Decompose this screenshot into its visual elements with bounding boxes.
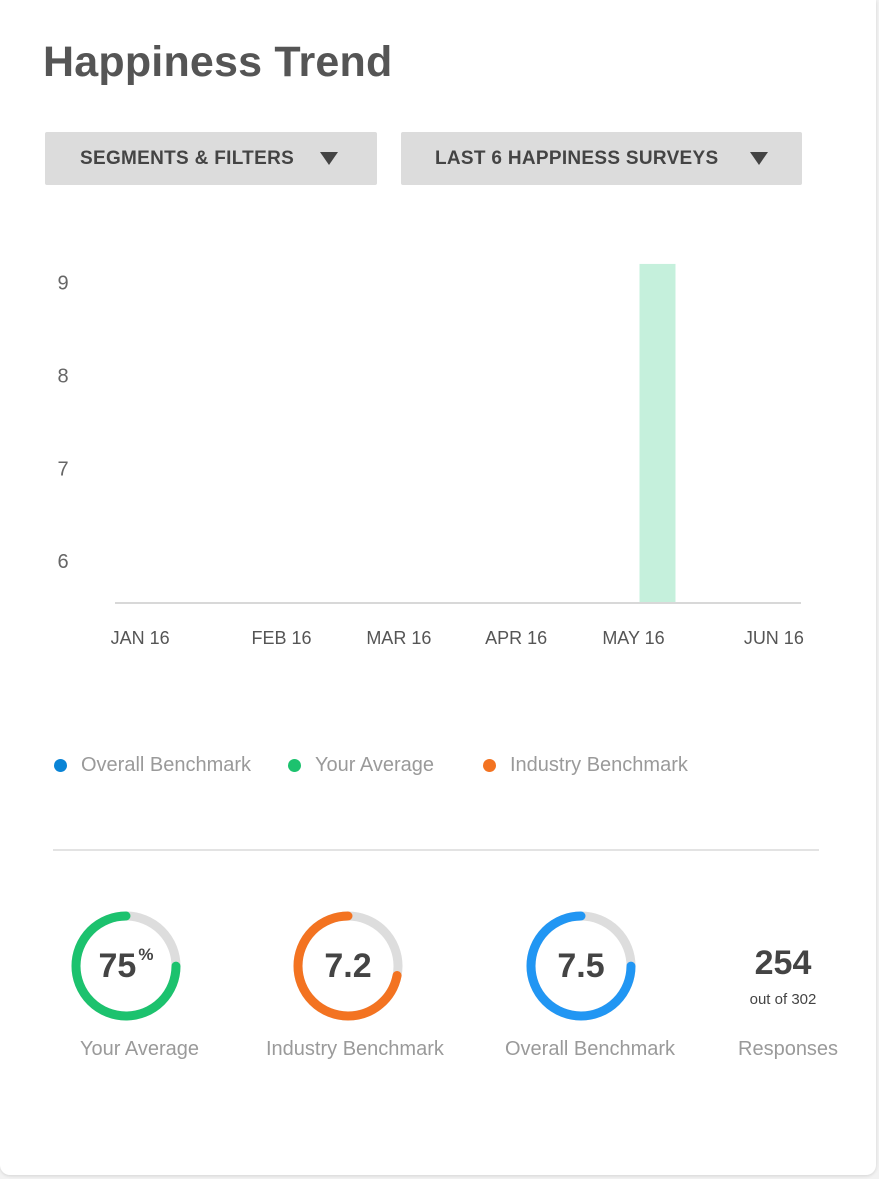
y-tick-label: 9 [57,273,68,295]
happiness-trend-chart: 6 7 8 9 JAN 16 FEB 16 MAR 16 APR 16 MAY 16 JUN 16 [57,263,804,648]
legend-dot-icon [483,759,496,772]
y-tick-label: 6 [57,551,68,573]
legend-item-overall-benchmark: Overall Benchmark [54,754,251,777]
industry-benchmark-value: 7.2 [324,946,372,985]
percent-sign: % [138,945,154,964]
responses-label: Responses [738,1038,839,1060]
y-tick-label: 7 [57,458,68,480]
survey-period-label: LAST 6 HAPPINESS SURVEYS [435,147,719,169]
caret-down-icon [320,152,338,165]
overall-benchmark-gauge: 7.5 [523,908,639,1024]
divider [53,849,819,851]
y-tick-label: 8 [57,365,68,387]
industry-benchmark-gauge: 7.2 [290,908,406,1024]
x-tick-label: MAR 16 [366,628,431,648]
x-tick-label: FEB 16 [251,628,311,648]
x-tick-label: MAY 16 [602,628,664,648]
legend-label: Your Average [315,754,434,776]
responses-total: out of 302 [749,991,817,1008]
legend-item-industry-benchmark: Industry Benchmark [483,754,688,777]
your-average-gauge: 75% [68,908,184,1024]
segments-filters-dropdown[interactable]: SEGMENTS & FILTERS [45,132,377,185]
x-tick-label: JUN 16 [744,628,804,648]
survey-period-dropdown[interactable]: LAST 6 HAPPINESS SURVEYS [401,132,802,185]
caret-down-icon [750,152,768,165]
your-average-value: 75% [68,908,184,1024]
legend-dot-icon [54,759,67,772]
segments-filters-label: SEGMENTS & FILTERS [80,147,295,169]
page-title: Happiness Trend [43,38,393,86]
legend-dot-icon [288,759,301,772]
responses-count: 254 [754,944,812,982]
overall-benchmark-label: Overall Benchmark [505,1038,676,1060]
overall-benchmark-value: 7.5 [557,946,605,985]
your-average-label: Your Average [80,1038,199,1060]
x-tick-label: JAN 16 [111,628,170,648]
legend-label: Overall Benchmark [81,754,252,776]
industry-benchmark-label: Industry Benchmark [266,1038,444,1060]
legend-label: Industry Benchmark [510,754,688,776]
happiness-trend-card: Happiness Trend SEGMENTS & FILTERS LAST … [0,0,876,1175]
bar-may-16 [639,263,676,603]
legend-item-your-average: Your Average [288,754,434,777]
x-tick-label: APR 16 [485,628,547,648]
your-average-number: 75 [98,946,137,985]
